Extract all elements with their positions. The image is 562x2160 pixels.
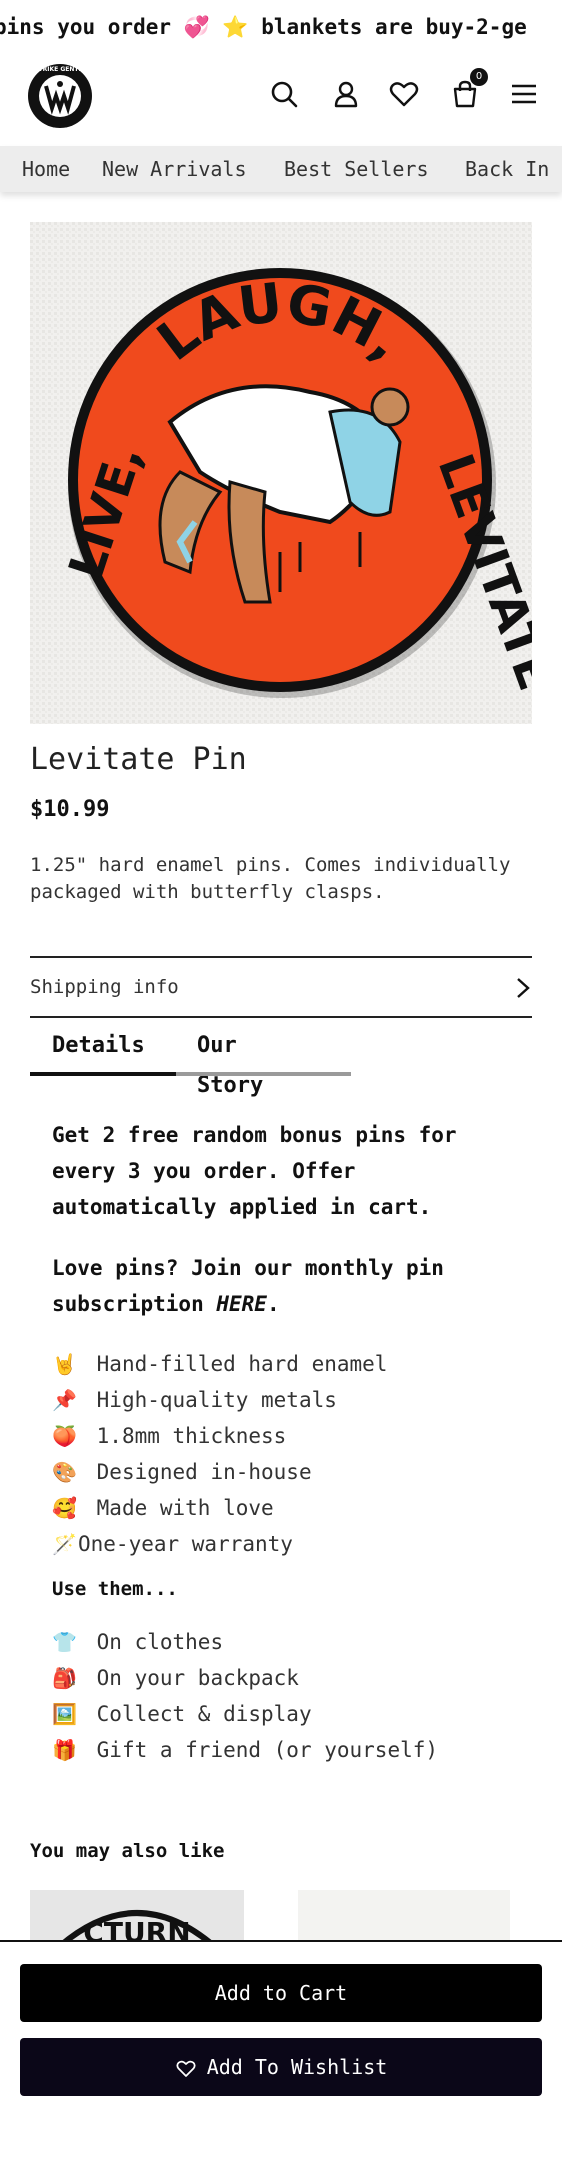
shipping-info-toggle[interactable]: Shipping info: [30, 956, 532, 1018]
palette-icon: 🎨: [52, 1460, 77, 1484]
feature-text: High-quality metals: [96, 1388, 337, 1412]
promo-text: Get 2 free random bonus pins for every 3…: [52, 1123, 457, 1219]
heart-icon: [176, 2060, 196, 2077]
feature-item: 📌 High-quality metals: [52, 1382, 337, 1418]
use-text: On clothes: [96, 1630, 224, 1654]
use-text: On your backpack: [96, 1666, 299, 1690]
add-to-wishlist-label: Add To Wishlist: [206, 2055, 388, 2079]
use-item: 👕 On clothes: [52, 1624, 223, 1660]
use-item: 🎁 Gift a friend (or yourself): [52, 1732, 438, 1768]
subscription-link[interactable]: HERE: [216, 1292, 267, 1316]
sticky-action-bar: Add to Cart Add To Wishlist: [0, 1940, 562, 2160]
use-item: 🎒 On your backpack: [52, 1660, 299, 1696]
nav-item-best-sellers[interactable]: Best Sellers: [284, 146, 429, 192]
feature-text: Hand-filled hard enamel: [96, 1352, 388, 1376]
brand-logo[interactable]: STRIKE GENTLY: [26, 62, 94, 130]
use-them-heading: Use them...: [52, 1578, 178, 1600]
logo-text: STRIKE GENTLY: [34, 66, 86, 73]
recommendations-heading: You may also like: [30, 1840, 225, 1862]
add-to-cart-button[interactable]: Add to Cart: [20, 1964, 542, 2022]
magic-wand-icon: 🪄: [52, 1532, 77, 1556]
feature-text: One-year warranty: [78, 1532, 293, 1556]
announcement-bar: pins you order 💞 ⭐ blankets are buy-2-ge: [0, 0, 562, 54]
product-price: $10.99: [30, 797, 110, 822]
recommendation-image: CTURN: [58, 1910, 216, 1946]
tab-details-underline: [30, 1072, 176, 1076]
use-text: Gift a friend (or yourself): [96, 1738, 439, 1762]
tab-our-story[interactable]: Our Story: [197, 1026, 263, 1106]
peach-icon: 🍑: [52, 1424, 77, 1448]
chevron-right-icon: [517, 978, 530, 998]
product-image[interactable]: LAUGH, LEVITATE LIVE,: [30, 222, 532, 724]
feature-item: 🤘 Hand-filled hard enamel: [52, 1346, 387, 1382]
recommendation-card[interactable]: [298, 1890, 510, 1946]
rock-hand-icon: 🤘: [52, 1352, 77, 1376]
feature-item: 🍑 1.8mm thickness: [52, 1418, 286, 1454]
nav-item-new-arrivals[interactable]: New Arrivals: [102, 146, 247, 192]
product-description: 1.25" hard enamel pins. Comes individual…: [30, 854, 511, 903]
tshirt-icon: 👕: [52, 1630, 77, 1654]
feature-item: 🎨 Designed in-house: [52, 1454, 312, 1490]
backpack-icon: 🎒: [52, 1666, 77, 1690]
use-text: Collect & display: [96, 1702, 312, 1726]
tab-our-story-underline: [176, 1072, 351, 1076]
product-title: Levitate Pin: [30, 742, 247, 777]
add-to-wishlist-button[interactable]: Add To Wishlist: [20, 2038, 542, 2096]
subscription-end: .: [266, 1292, 280, 1316]
recommendation-card[interactable]: CTURN: [30, 1890, 244, 1946]
shipping-info-label: Shipping info: [30, 976, 179, 998]
cart-count-badge: 0: [470, 68, 488, 86]
smiling-hearts-icon: 🥰: [52, 1496, 77, 1520]
nav-item-home[interactable]: Home: [22, 146, 70, 192]
gift-icon: 🎁: [52, 1738, 77, 1762]
use-item: 🖼️ Collect & display: [52, 1696, 312, 1732]
subscription-text: Love pins? Join our monthly pin subscrip…: [52, 1250, 522, 1322]
feature-text: Made with love: [96, 1496, 274, 1520]
feature-item: 🥰 Made with love: [52, 1490, 274, 1526]
pushpin-icon: 📌: [52, 1388, 77, 1412]
feature-item: 🪄One-year warranty: [52, 1526, 293, 1562]
feature-text: Designed in-house: [96, 1460, 312, 1484]
tab-details[interactable]: Details: [52, 1026, 145, 1066]
framed-picture-icon: 🖼️: [52, 1702, 77, 1726]
feature-text: 1.8mm thickness: [96, 1424, 287, 1448]
site-header: STRIKE GENTLY 0: [0, 54, 562, 146]
account-icon[interactable]: [330, 78, 362, 110]
category-nav: Home New Arrivals Best Sellers Back In: [0, 146, 562, 192]
search-icon[interactable]: [268, 78, 300, 110]
announcement-text: pins you order 💞 ⭐ blankets are buy-2-ge: [0, 15, 527, 39]
wishlist-heart-icon[interactable]: [388, 78, 420, 110]
menu-icon[interactable]: [508, 78, 540, 110]
nav-item-back-in[interactable]: Back In: [465, 146, 549, 192]
